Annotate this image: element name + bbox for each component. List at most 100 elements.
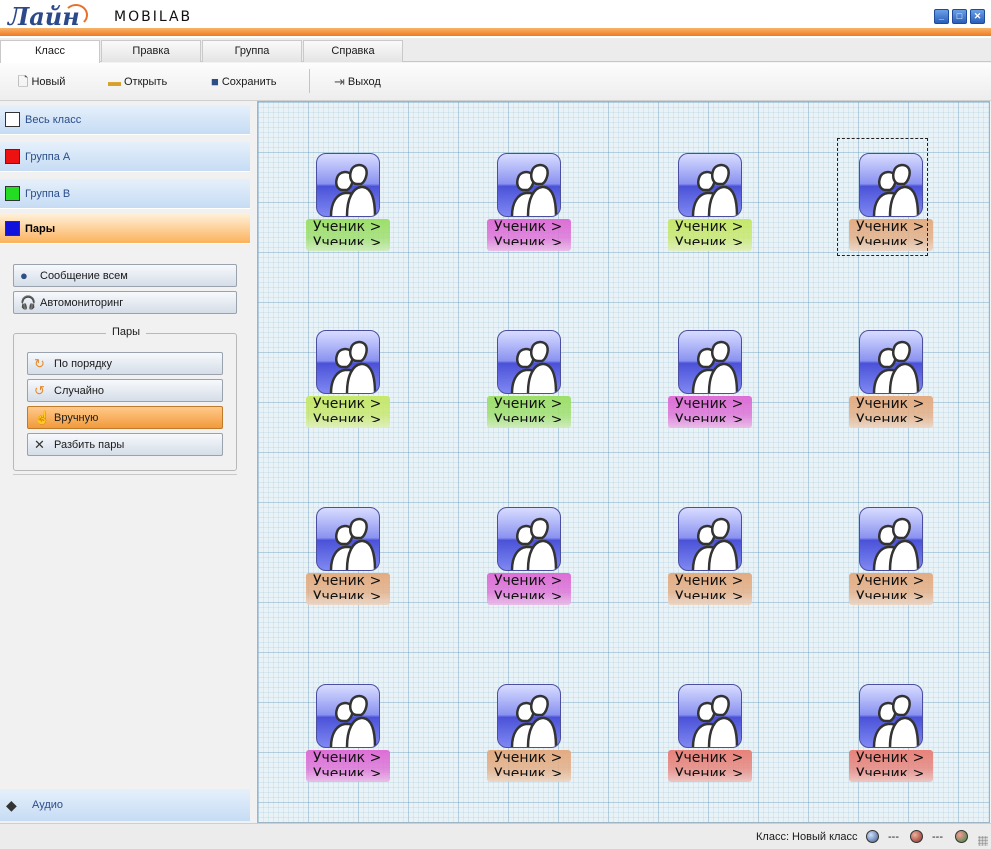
student-tile[interactable]: Ученик > Ученик > <box>487 507 573 615</box>
audio-panel-button[interactable]: ◆ Аудио <box>0 789 250 821</box>
split-pairs-label: Разбить пары <box>54 438 125 451</box>
folder-open-icon: ▬ <box>108 74 121 89</box>
message-all-button[interactable]: ● Сообщение всем <box>13 264 237 287</box>
student-name-line2: Ученик > <box>856 589 925 599</box>
student-name-line1: Ученик > <box>675 750 744 766</box>
student-name-line2: Ученик > <box>313 235 382 245</box>
student-name-line1: Ученик > <box>313 219 382 235</box>
open-button[interactable]: ▬ Открыть <box>108 73 167 91</box>
student-tile[interactable]: Ученик > Ученик > <box>306 507 392 615</box>
student-tile[interactable]: Ученик > Ученик > <box>668 330 754 438</box>
exit-button[interactable]: ⇥ Выход <box>334 73 381 91</box>
student-name-line2: Ученик > <box>494 589 563 599</box>
title-accent-bar <box>0 28 991 36</box>
student-tile[interactable]: Ученик > Ученик > <box>306 330 392 438</box>
student-label: Ученик > Ученик > <box>668 750 752 782</box>
student-avatar-icon <box>497 330 561 394</box>
student-name-line2: Ученик > <box>494 412 563 422</box>
tab-help[interactable]: Справка <box>303 40 403 62</box>
student-label: Ученик > Ученик > <box>849 750 933 782</box>
student-avatar-icon <box>678 684 742 748</box>
student-tile[interactable]: Ученик > Ученик > <box>487 153 573 261</box>
pairs-random-button[interactable]: ↺ Случайно <box>27 379 223 402</box>
new-button[interactable]: 🗋 Новый <box>18 73 65 91</box>
resize-grip-icon[interactable] <box>978 836 988 846</box>
student-name-line2: Ученик > <box>313 766 382 776</box>
student-tile[interactable]: Ученик > Ученик > <box>487 330 573 438</box>
student-name-line1: Ученик > <box>675 396 744 412</box>
group-color-swatch <box>5 221 20 236</box>
student-name-line1: Ученик > <box>856 750 925 766</box>
arrow-curve-icon: ↺ <box>34 382 45 398</box>
group-item-b[interactable]: Группа B <box>0 179 250 209</box>
audio-label: Аудио <box>32 799 64 811</box>
student-name-line2: Ученик > <box>313 412 382 422</box>
student-tile[interactable]: Ученик > Ученик > <box>849 684 935 792</box>
group-item-a[interactable]: Группа A <box>0 142 250 172</box>
class-status-text: Класс: Новый класс <box>756 831 858 843</box>
title-bar: Лайн MOBILAB _ □ ✕ <box>0 0 991 38</box>
maximize-icon[interactable]: □ <box>952 9 967 24</box>
student-tile[interactable]: Ученик > Ученик > <box>668 684 754 792</box>
student-name-line1: Ученик > <box>313 750 382 766</box>
student-tile[interactable]: Ученик > Ученик > <box>306 684 392 792</box>
student-label: Ученик > Ученик > <box>487 750 571 782</box>
student-name-line2: Ученик > <box>313 589 382 599</box>
close-icon[interactable]: ✕ <box>970 9 985 24</box>
arrow-curve-icon: ↻ <box>34 355 45 371</box>
student-tile[interactable]: Ученик > Ученик > <box>487 684 573 792</box>
menu-tabs: Класс Правка Группа Справка <box>0 38 991 63</box>
student-name-line1: Ученик > <box>856 396 925 412</box>
group-color-swatch <box>5 186 20 201</box>
student-tile[interactable]: Ученик > Ученик > <box>849 330 935 438</box>
student-avatar-icon <box>316 684 380 748</box>
split-pairs-button[interactable]: ✕ Разбить пары <box>27 433 223 456</box>
student-name-line1: Ученик > <box>313 396 382 412</box>
student-avatar-icon <box>316 330 380 394</box>
student-avatar-icon <box>678 507 742 571</box>
student-name-line2: Ученик > <box>675 589 744 599</box>
student-avatar-icon <box>497 684 561 748</box>
hand-pointer-icon: ☝ <box>34 409 51 425</box>
open-button-label: Открыть <box>124 76 168 88</box>
group-item-pairs[interactable]: Пары <box>0 214 250 244</box>
save-button[interactable]: ■ Сохранить <box>211 73 277 91</box>
student-label: Ученик > Ученик > <box>306 219 390 251</box>
student-name-line1: Ученик > <box>494 750 563 766</box>
group-item-whole-class[interactable]: Весь класс <box>0 105 250 135</box>
pairs-in-order-button[interactable]: ↻ По порядку <box>27 352 223 375</box>
student-avatar-icon <box>497 507 561 571</box>
student-name-line1: Ученик > <box>494 573 563 589</box>
classroom-canvas[interactable]: Ученик > Ученик > Ученик > Ученик > Ученик >… <box>257 101 990 823</box>
student-tile[interactable]: Ученик > Ученик > <box>668 153 754 261</box>
student-name-line2: Ученик > <box>494 766 563 776</box>
pairs-manual-label: Вручную <box>54 411 99 424</box>
pairs-manual-button[interactable]: ☝ Вручную <box>27 406 223 429</box>
tab-group[interactable]: Группа <box>202 40 302 62</box>
student-label: Ученик > Ученик > <box>849 396 933 428</box>
automonitoring-button[interactable]: 🎧 Автомониторинг <box>13 291 237 314</box>
student-label: Ученик > Ученик > <box>306 396 390 428</box>
student-avatar-icon <box>316 507 380 571</box>
floppy-disk-icon: ■ <box>211 74 219 89</box>
student-tile[interactable]: Ученик > Ученик > <box>668 507 754 615</box>
minimize-icon[interactable]: _ <box>934 9 949 24</box>
student-name-line1: Ученик > <box>494 219 563 235</box>
student-name-line2: Ученик > <box>675 412 744 422</box>
status-led-icon <box>866 830 879 843</box>
student-label: Ученик > Ученик > <box>487 573 571 605</box>
exit-button-label: Выход <box>347 76 381 88</box>
student-name-line1: Ученик > <box>675 573 744 589</box>
sidebar: Весь класс Группа A Группа B Пары ● Сооб… <box>0 101 256 823</box>
message-icon: ● <box>20 268 28 283</box>
tab-edit[interactable]: Правка <box>101 40 201 62</box>
new-button-label: Новый <box>31 76 66 88</box>
student-tile[interactable]: Ученик > Ученик > <box>306 153 392 261</box>
tab-class[interactable]: Класс <box>0 40 100 63</box>
student-name-line2: Ученик > <box>856 412 925 422</box>
group-label: Группа A <box>25 150 71 163</box>
student-tile[interactable]: Ученик > Ученик > <box>849 507 935 615</box>
group-label: Группа B <box>25 187 71 200</box>
student-avatar-icon <box>859 330 923 394</box>
student-avatar-icon <box>678 330 742 394</box>
